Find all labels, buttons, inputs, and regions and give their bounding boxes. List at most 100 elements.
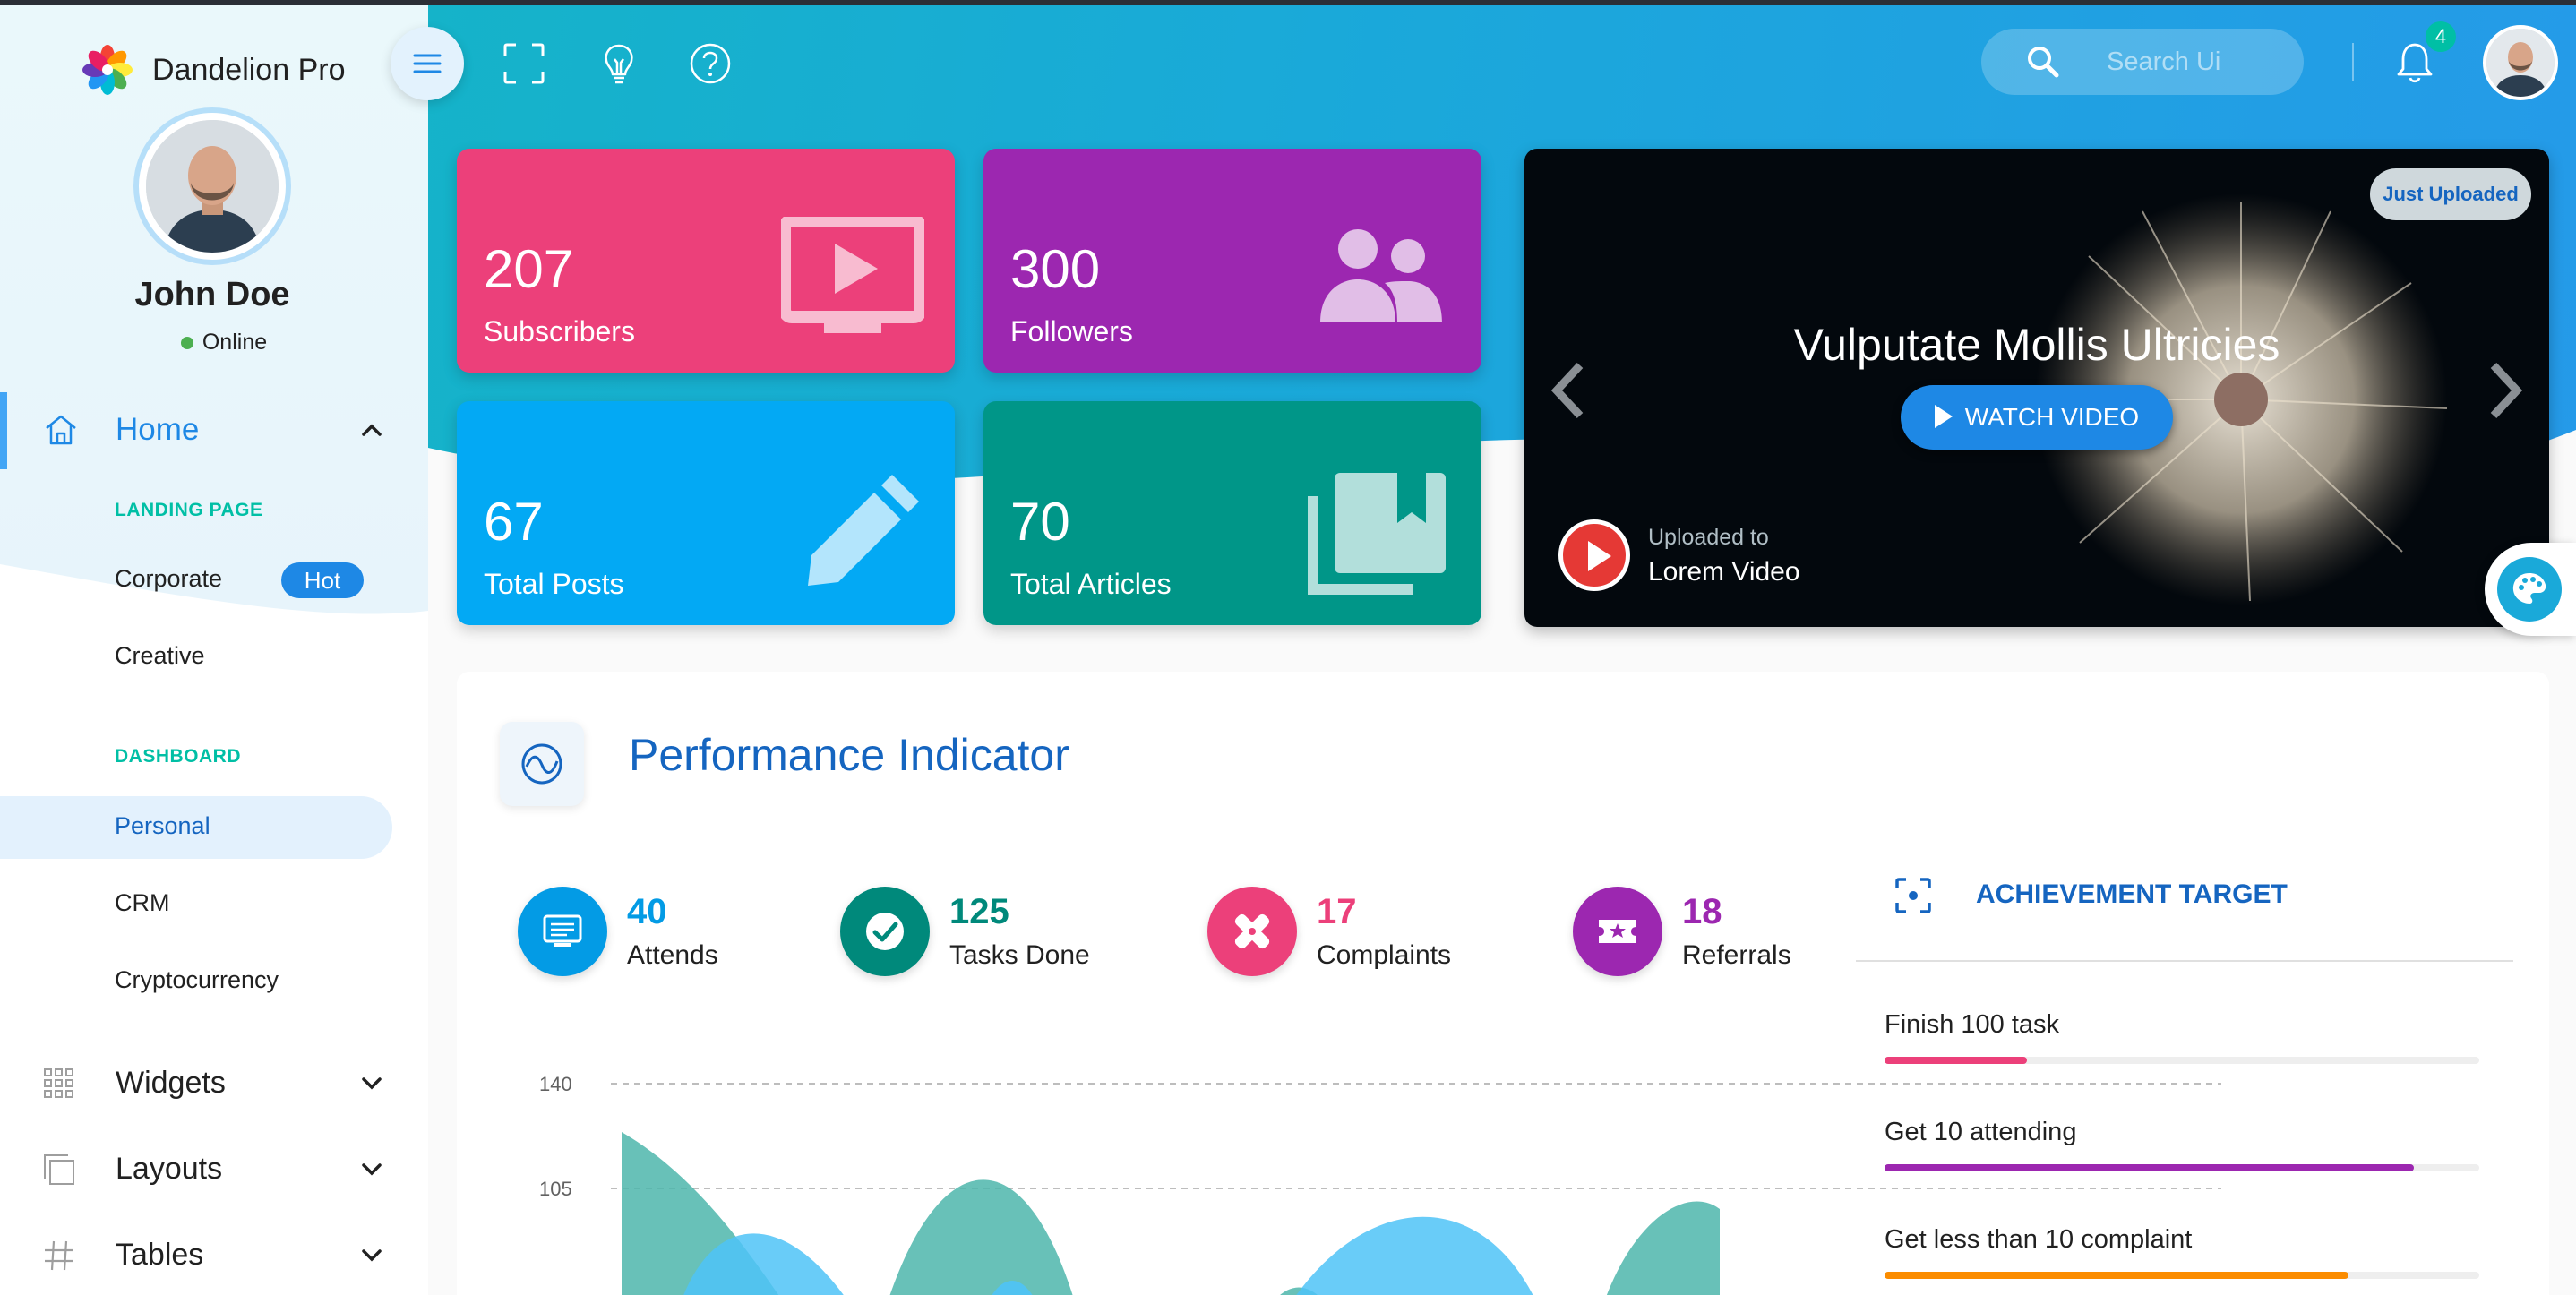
top-strip — [0, 0, 2576, 5]
task-label: Get less than 10 complaint — [1885, 1225, 2193, 1254]
area-series-teal — [1606, 1201, 1720, 1295]
tv-play-icon — [781, 217, 924, 333]
pencil-icon — [808, 475, 919, 586]
task-item: Get 10 attending — [1885, 1118, 2479, 1171]
video-card[interactable]: Just Uploaded Vulputate Mollis Ultricies… — [1524, 149, 2549, 627]
layouts-icon — [44, 1154, 74, 1185]
counter-value: 18 — [1682, 892, 1722, 931]
performance-chart: 140 105 — [539, 1073, 2221, 1295]
nav-group-title-landing: LANDING PAGE — [115, 500, 263, 520]
ticket-icon — [1599, 920, 1636, 943]
sidebar-item-tables[interactable]: Tables — [0, 1220, 428, 1291]
counter-icon-circle — [840, 887, 930, 976]
sidebar-item-creative[interactable]: Creative — [115, 642, 205, 670]
user-status: Online — [0, 330, 428, 356]
home-icon — [46, 415, 76, 445]
menu-toggle-button[interactable] — [391, 27, 464, 100]
y-tick-label: 140 — [539, 1073, 572, 1095]
avatar-image — [2486, 29, 2555, 97]
task-label: Get 10 attending — [1885, 1118, 2077, 1146]
counter-value: 17 — [1317, 892, 1357, 931]
task-progress-track — [1885, 1164, 2479, 1171]
header-avatar[interactable] — [2483, 25, 2558, 100]
counter-label: Tasks Done — [949, 940, 1090, 970]
watch-video-button[interactable]: WATCH VIDEO — [1901, 385, 2173, 450]
notification-badge: 4 — [2426, 21, 2456, 52]
search-input[interactable] — [2107, 43, 2286, 81]
stat-value: 300 — [1010, 239, 1101, 299]
header-divider — [2352, 43, 2354, 81]
brand-name: Dandelion Pro — [152, 52, 346, 87]
chevron-down-icon[interactable] — [356, 1068, 387, 1098]
counter-label: Referrals — [1682, 940, 1791, 970]
stat-card-total-articles[interactable]: 70 Total Articles — [983, 401, 1481, 625]
grid-icon — [44, 1068, 73, 1098]
palette-icon — [2512, 573, 2546, 604]
area-series-teal — [889, 1179, 1073, 1295]
sidebar-item-home[interactable]: Home — [0, 392, 428, 469]
hot-badge: Hot — [281, 562, 364, 598]
play-icon — [1588, 541, 1611, 571]
task-progress-fill — [1885, 1164, 2414, 1171]
performance-icon-box — [500, 722, 584, 806]
bell-icon[interactable] — [2395, 41, 2434, 84]
people-icon — [1320, 229, 1442, 322]
user-avatar[interactable] — [139, 113, 286, 260]
chevron-up-icon[interactable] — [356, 416, 387, 446]
chevron-left-icon[interactable] — [1546, 356, 1591, 425]
stat-label: Total Articles — [1010, 568, 1172, 600]
sidebar-item-crm[interactable]: CRM — [115, 889, 170, 917]
uploaded-to-name[interactable]: Lorem Video — [1648, 557, 1800, 587]
just-uploaded-badge: Just Uploaded — [2370, 168, 2531, 220]
stat-label: Total Posts — [484, 568, 624, 600]
sidebar-item-layouts[interactable]: Layouts — [0, 1134, 428, 1205]
performance-title: Performance Indicator — [629, 730, 1069, 780]
stat-card-followers[interactable]: 300 Followers — [983, 149, 1481, 373]
sidebar-header-background — [0, 5, 428, 614]
user-status-label: Online — [202, 330, 268, 355]
counter-icon-circle — [518, 887, 607, 976]
chevron-down-icon[interactable] — [356, 1239, 387, 1270]
sidebar-item-home-label: Home — [116, 412, 200, 447]
achievement-title: ACHIEVEMENT TARGET — [1976, 879, 2288, 909]
library-books-icon — [1308, 473, 1446, 595]
theme-palette-button[interactable] — [2485, 543, 2576, 636]
counter-icon-circle — [1573, 887, 1662, 976]
stat-card-total-posts[interactable]: 67 Total Posts — [457, 401, 955, 625]
sidebar-item-widgets[interactable]: Widgets — [0, 1048, 428, 1119]
stat-value: 67 — [484, 492, 544, 552]
sidebar-item-widgets-label: Widgets — [116, 1066, 226, 1100]
help-icon[interactable] — [688, 41, 733, 86]
stat-label: Subscribers — [484, 315, 635, 347]
task-progress-track — [1885, 1057, 2479, 1064]
sidebar: Dandelion Pro John Doe Online Home LANDI… — [0, 5, 428, 1295]
stat-card-subscribers[interactable]: 207 Subscribers — [457, 149, 955, 373]
screen-icon — [543, 914, 582, 947]
counter-value: 125 — [949, 892, 1009, 931]
counter-value: 40 — [627, 892, 667, 931]
video-title: Vulputate Mollis Ultricies — [1793, 320, 2280, 370]
hamburger-icon — [413, 54, 442, 73]
brand[interactable]: Dandelion Pro — [81, 43, 345, 97]
user-name: John Doe — [134, 276, 290, 313]
search-box[interactable] — [1981, 29, 2304, 95]
sidebar-item-personal[interactable]: Personal — [115, 812, 210, 840]
fullscreen-icon[interactable] — [502, 41, 546, 86]
counter-label: Complaints — [1317, 940, 1452, 970]
play-button[interactable] — [1558, 519, 1630, 591]
lightbulb-icon[interactable] — [597, 41, 641, 86]
nav-group-title-dashboard: DASHBOARD — [115, 746, 241, 767]
counter-icon-circle — [1207, 887, 1297, 976]
sidebar-item-layouts-label: Layouts — [116, 1152, 223, 1186]
sidebar-item-corporate[interactable]: Corporate — [115, 565, 222, 593]
chevron-right-icon[interactable] — [2483, 356, 2528, 425]
task-progress-fill — [1885, 1057, 2028, 1064]
watch-video-label: WATCH VIDEO — [1964, 403, 2140, 431]
active-indicator — [0, 392, 7, 469]
task-progress-track — [1885, 1272, 2479, 1279]
task-label: Finish 100 task — [1885, 1010, 2060, 1039]
brand-logo-icon — [82, 45, 133, 95]
chevron-down-icon[interactable] — [356, 1153, 387, 1184]
sidebar-item-cryptocurrency[interactable]: Cryptocurrency — [115, 966, 279, 994]
stat-value: 70 — [1010, 492, 1070, 552]
